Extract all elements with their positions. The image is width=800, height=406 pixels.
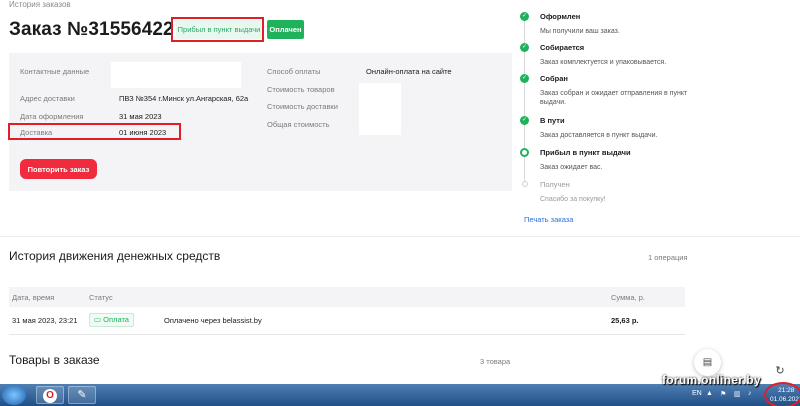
payment-value: Онлайн-оплата на сайте: [366, 67, 452, 76]
chat-icon[interactable]: ▤: [694, 349, 721, 376]
column-header-amount: Сумма, р.: [611, 293, 645, 302]
contact-redacted: [111, 62, 241, 88]
goods-title: Товары в заказе: [9, 353, 100, 367]
row-description: Оплачено через belassist.by: [164, 316, 262, 325]
money-table-header: Дата, время Статус Сумма, р.: [9, 287, 685, 307]
timeline-step-title: Собран: [540, 74, 568, 83]
column-header-datetime: Дата, время: [12, 293, 55, 302]
costs-redacted: [359, 83, 401, 135]
delivery-cost-label: Стоимость доставки: [267, 102, 338, 111]
address-value: ПВЗ №354 г.Минск ул.Ангарская, 62а: [119, 94, 249, 103]
pending-dot-icon: [522, 181, 528, 187]
paint-icon[interactable]: ✎: [68, 386, 96, 404]
money-history-count: 1 операция: [648, 253, 688, 262]
current-dot-icon: [520, 148, 529, 157]
timeline-step-title: В пути: [540, 116, 565, 125]
breadcrumb[interactable]: История заказов: [9, 0, 71, 9]
scroll-up-icon[interactable]: ↻: [768, 362, 792, 380]
contact-label: Контактные данные: [20, 67, 90, 76]
row-amount: 25,63 р.: [611, 316, 639, 325]
annotation-box-status: [171, 17, 264, 42]
timeline-step-title: Прибыл в пункт выдачи: [540, 148, 631, 157]
print-order-link[interactable]: Печать заказа: [524, 215, 573, 224]
repeat-order-button[interactable]: Повторить заказ: [20, 159, 97, 179]
timeline-line: [524, 16, 525, 186]
opera-icon[interactable]: O: [36, 386, 64, 404]
annotation-box-delivery: [8, 123, 181, 140]
goods-cost-label: Стоимость товаров: [267, 85, 335, 94]
timeline-step-desc: Заказ ожидает вас.: [540, 164, 603, 171]
timeline-step-desc: Заказ комплектуется и упаковывается.: [540, 59, 667, 66]
date-value: 31 мая 2023: [119, 112, 162, 121]
timeline-step-desc: Спасибо за покупку!: [540, 196, 606, 203]
timeline-step-title: Собирается: [540, 43, 585, 52]
forum-watermark: forum.onliner.by: [662, 373, 761, 387]
language-indicator[interactable]: EN: [692, 390, 702, 397]
network-icon[interactable]: ▥: [734, 390, 741, 398]
page-title: Заказ №31556422: [9, 19, 174, 40]
row-status: Оплата: [103, 315, 129, 324]
paid-badge: Оплачен: [267, 20, 304, 39]
timeline-step-title: Оформлен: [540, 12, 581, 21]
flag-icon[interactable]: ⚑: [720, 390, 726, 398]
check-icon: ✓: [520, 12, 529, 21]
row-divider: [9, 334, 685, 335]
address-label: Адрес доставки: [20, 94, 75, 103]
total-label: Общая стоимость: [267, 120, 330, 129]
annotation-ellipse-clock: [764, 382, 800, 406]
date-label: Дата оформления: [20, 112, 84, 121]
check-icon: ✓: [520, 74, 529, 83]
card-icon: ▭: [94, 315, 104, 324]
timeline-step-desc: Мы получили ваш заказ.: [540, 28, 620, 35]
timeline-step-title: Получен: [540, 180, 570, 189]
section-divider: [0, 236, 800, 237]
goods-count: 3 товара: [480, 357, 511, 366]
check-icon: ✓: [520, 43, 529, 52]
start-button-icon[interactable]: [2, 385, 26, 405]
timeline-step-desc: Заказ доставляется в пункт выдачи.: [540, 132, 658, 139]
payment-label: Способ оплаты: [267, 67, 321, 76]
tray-arrow-icon[interactable]: ▲: [706, 390, 713, 397]
volume-icon[interactable]: ♪: [748, 390, 752, 397]
money-history-title: История движения денежных средств: [9, 249, 221, 263]
column-header-status: Статус: [89, 293, 113, 302]
windows-taskbar: O ✎ EN ▲ ⚑ ▥ ♪ 21:28 01.06.2023: [0, 384, 800, 406]
timeline-step-desc: Заказ собран и ожидает отправления в пун…: [540, 90, 688, 106]
row-datetime: 31 мая 2023, 23:21: [12, 316, 78, 325]
payment-status-chip: ▭ Оплата: [89, 313, 134, 327]
check-icon: ✓: [520, 116, 529, 125]
